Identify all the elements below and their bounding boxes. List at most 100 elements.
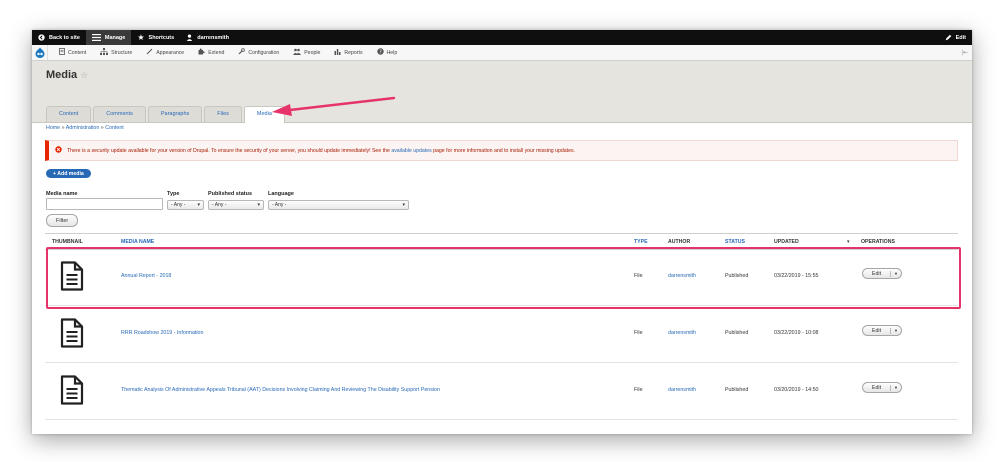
th-thumbnail: THUMBNAIL <box>52 239 83 245</box>
tray-item-appearance[interactable]: Appearance <box>139 45 191 60</box>
tray-item-label: Structure <box>111 49 133 56</box>
page-header: Media ☆ Content Comments Paragraphs File… <box>32 61 972 123</box>
breadcrumb-home[interactable]: Home <box>46 125 60 131</box>
tray-item-reports[interactable]: Reports <box>327 45 369 60</box>
tray-orientation-toggle-icon[interactable]: |⇤ <box>961 49 972 56</box>
back-arrow-icon <box>38 34 45 41</box>
edit-button[interactable]: Edit ▼ <box>862 382 902 393</box>
language-label: Language <box>268 191 294 197</box>
available-updates-link[interactable]: available updates <box>391 148 431 154</box>
tab-paragraphs[interactable]: Paragraphs <box>147 106 203 122</box>
tab-content[interactable]: Content <box>46 106 92 122</box>
sort-desc-icon[interactable]: ▾ <box>847 239 850 245</box>
media-type: File <box>634 273 643 279</box>
wrench-icon <box>238 48 246 57</box>
tray-item-people[interactable]: People <box>286 45 327 60</box>
breadcrumb-administration[interactable]: Administration <box>66 125 100 131</box>
user-label: darrensmith <box>197 34 229 41</box>
th-status[interactable]: STATUS <box>725 239 745 245</box>
chevron-down-icon: ▾ <box>197 202 200 208</box>
exposed-filters: Media name Type - Any - ▾ Published statu… <box>46 191 409 210</box>
back-to-site-label: Back to site <box>49 34 80 41</box>
manage-label: Manage <box>104 34 126 41</box>
type-select-value: - Any - <box>171 202 186 208</box>
th-type[interactable]: TYPE <box>634 239 648 245</box>
status-text: Published <box>725 387 749 393</box>
tray-item-label: People <box>304 49 321 56</box>
breadcrumb-content[interactable]: Content <box>105 125 124 131</box>
tray-item-label: Appearance <box>156 49 185 56</box>
tray-item-label: Extend <box>208 49 225 56</box>
media-name-label: Media name <box>46 191 78 197</box>
annotation-arrow-icon <box>272 96 396 116</box>
star-icon: ★ <box>137 33 145 42</box>
th-media-name[interactable]: MEDIA NAME <box>121 239 154 245</box>
shortcuts-label: Shortcuts <box>148 34 175 41</box>
edit-button[interactable]: Edit ▼ <box>862 268 902 279</box>
add-media-button[interactable]: + Add media <box>46 169 91 178</box>
chevron-down-icon[interactable]: ▼ <box>891 385 901 390</box>
edit-button[interactable]: Edit ▼ <box>862 325 902 336</box>
user-tab[interactable]: darrensmith <box>180 30 235 45</box>
filter-button[interactable]: Filter <box>46 214 79 227</box>
updated-date: 03/20/2019 - 14:50 <box>774 387 819 393</box>
status-text: Published <box>725 273 749 279</box>
shortcuts-tab[interactable]: ★ Shortcuts <box>131 30 180 45</box>
browser-window: Back to site Manage ★ Shortcuts darrensm… <box>32 30 972 434</box>
media-name-link[interactable]: RRR Roadshow 2019 - Information <box>121 330 203 336</box>
media-name-link[interactable]: Thematic Analysis Of Administrative Appe… <box>121 387 440 393</box>
message-text-before: There is a security update available for… <box>67 147 390 154</box>
tray-item-extend[interactable]: Extend <box>191 45 231 60</box>
document-icon[interactable] <box>60 375 84 405</box>
author-link[interactable]: darrensmith <box>668 387 696 393</box>
manage-tab[interactable]: Manage <box>85 30 132 45</box>
th-updated[interactable]: UPDATED <box>774 239 799 245</box>
brush-icon <box>146 48 153 57</box>
filter-media-name: Media name <box>46 191 163 210</box>
status-select[interactable]: - Any - ▾ <box>208 200 264 210</box>
edit-label: Edit <box>955 34 966 41</box>
document-icon[interactable] <box>60 318 84 348</box>
media-name-link[interactable]: Annual Report - 2018 <box>121 273 171 279</box>
shortcut-star-icon[interactable]: ☆ <box>80 70 88 81</box>
edit-button-label: Edit <box>863 384 891 391</box>
tray-item-help[interactable]: ? Help <box>370 45 405 60</box>
tab-comments[interactable]: Comments <box>93 106 146 122</box>
user-icon <box>186 34 193 41</box>
message-text: There is a security update available for… <box>67 148 575 154</box>
media-type: File <box>634 387 643 393</box>
page-title-text: Media <box>46 69 78 81</box>
people-icon <box>293 48 302 57</box>
pencil-icon <box>945 34 952 41</box>
tray-item-label: Content <box>68 49 87 56</box>
author-link[interactable]: darrensmith <box>668 330 696 336</box>
edit-toggle[interactable]: Edit <box>939 30 972 45</box>
chevron-down-icon: ▾ <box>402 202 405 208</box>
media-name-input[interactable] <box>46 198 163 210</box>
back-to-site-link[interactable]: Back to site <box>32 30 86 45</box>
tray-item-label: Configuration <box>248 49 280 56</box>
language-select[interactable]: - Any - ▾ <box>268 200 409 210</box>
tray-item-content[interactable]: Content <box>52 45 93 60</box>
status-label: Published status <box>208 191 253 197</box>
message-text-after: page for more information and to install… <box>433 147 576 154</box>
drupal-logo-icon[interactable] <box>32 45 48 60</box>
admin-tray: Content Structure Appearance Extend Conf… <box>32 45 972 61</box>
chevron-down-icon[interactable]: ▼ <box>891 328 901 333</box>
tab-files[interactable]: Files <box>204 106 242 122</box>
edit-button-label: Edit <box>863 327 891 334</box>
bar-chart-icon <box>334 48 341 57</box>
document-icon[interactable] <box>60 261 84 291</box>
tray-item-configuration[interactable]: Configuration <box>231 45 286 60</box>
table-row: Annual Report - 2018 File darrensmith Pu… <box>45 249 958 306</box>
author-link[interactable]: darrensmith <box>668 273 696 279</box>
filter-type: Type - Any - ▾ <box>167 191 204 210</box>
th-author: AUTHOR <box>668 239 691 245</box>
tray-item-structure[interactable]: Structure <box>93 45 139 60</box>
page-title: Media ☆ <box>46 69 88 81</box>
chevron-down-icon[interactable]: ▼ <box>891 271 901 276</box>
language-select-value: - Any - <box>272 202 287 208</box>
type-select[interactable]: - Any - ▾ <box>167 200 204 210</box>
tray-item-label: Help <box>386 49 398 56</box>
table-row: Thematic Analysis Of Administrative Appe… <box>45 363 958 420</box>
